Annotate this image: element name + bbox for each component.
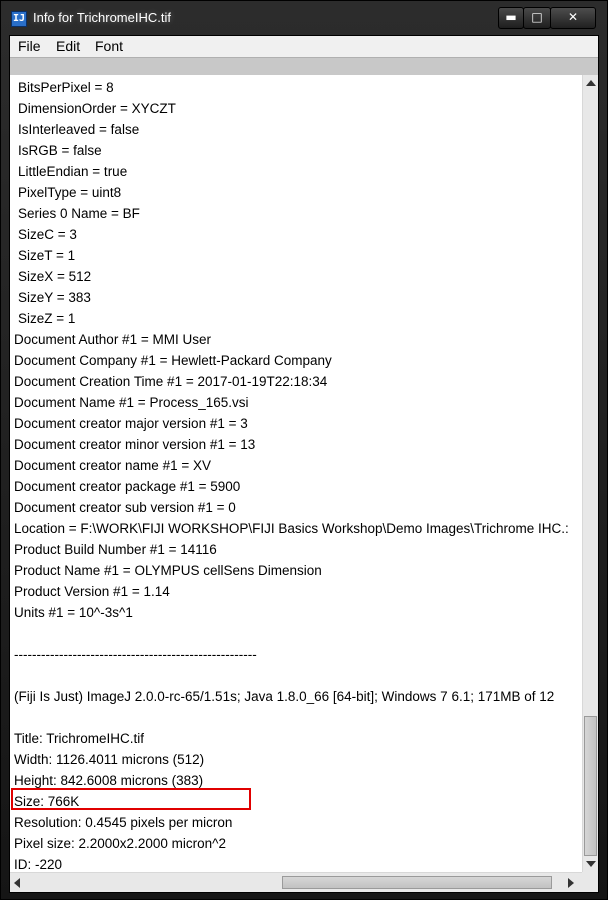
info-line: Document Company #1 = Hewlett-Packard Co… bbox=[14, 353, 332, 368]
info-line: Units #1 = 10^-3s^1 bbox=[14, 605, 133, 620]
info-line: SizeT = 1 bbox=[18, 248, 76, 263]
info-line: SizeX = 512 bbox=[18, 269, 92, 284]
info-line: (Fiji Is Just) ImageJ 2.0.0-rc-65/1.51s;… bbox=[14, 689, 555, 704]
menu-edit[interactable]: Edit bbox=[56, 38, 80, 54]
scroll-down-arrow-icon[interactable] bbox=[586, 861, 596, 867]
info-line: Series 0 Name = BF bbox=[18, 206, 140, 221]
imagej-icon[interactable]: IJ bbox=[11, 11, 27, 27]
info-line: Document creator package #1 = 5900 bbox=[14, 479, 241, 494]
minimize-button[interactable]: ▬ bbox=[498, 7, 524, 29]
info-line: ID: -220 bbox=[14, 857, 63, 872]
horizontal-scrollbar[interactable] bbox=[10, 872, 582, 892]
window-title: Info for TrichromeIHC.tif bbox=[33, 10, 171, 25]
info-line: Product Name #1 = OLYMPUS cellSens Dimen… bbox=[14, 563, 322, 578]
vertical-scrollbar[interactable] bbox=[582, 75, 598, 872]
info-line: Document creator major version #1 = 3 bbox=[14, 416, 248, 431]
info-line: Document creator minor version #1 = 13 bbox=[14, 437, 256, 452]
info-line: ----------------------------------------… bbox=[14, 647, 257, 662]
horizontal-scroll-thumb[interactable] bbox=[282, 876, 552, 889]
scroll-up-arrow-icon[interactable] bbox=[586, 80, 596, 86]
info-line: DimensionOrder = XYCZT bbox=[18, 101, 176, 116]
info-line: Width: 1126.4011 microns (512) bbox=[14, 752, 205, 767]
info-line: IsRGB = false bbox=[18, 143, 102, 158]
close-button[interactable]: ✕ bbox=[550, 7, 596, 29]
info-line: BitsPerPixel = 8 bbox=[18, 80, 114, 95]
window-client: File Edit Font BitsPerPixel = 8 Dimension… bbox=[9, 35, 599, 893]
info-line: Document creator name #1 = XV bbox=[14, 458, 211, 473]
info-line: Pixel size: 2.2000x2.2000 micron^2 bbox=[14, 836, 226, 851]
info-line: Height: 842.6008 microns (383) bbox=[14, 773, 204, 788]
info-line: SizeY = 383 bbox=[18, 290, 91, 305]
info-line: Resolution: 0.4545 pixels per micron bbox=[14, 815, 233, 830]
info-line: Product Build Number #1 = 14116 bbox=[14, 542, 217, 557]
info-line: SizeC = 3 bbox=[18, 227, 77, 242]
info-line: LittleEndian = true bbox=[18, 164, 128, 179]
info-text-area[interactable]: BitsPerPixel = 8 DimensionOrder = XYCZT Is… bbox=[10, 75, 582, 872]
column-header-bar bbox=[10, 57, 598, 75]
vertical-scroll-thumb[interactable] bbox=[584, 716, 597, 856]
scroll-right-arrow-icon[interactable] bbox=[568, 878, 574, 888]
info-line: PixelType = uint8 bbox=[18, 185, 122, 200]
info-line: Document creator sub version #1 = 0 bbox=[14, 500, 236, 515]
title-bar[interactable]: IJ Info for TrichromeIHC.tif ▬ □ ✕ bbox=[1, 1, 607, 35]
maximize-button[interactable]: □ bbox=[523, 7, 551, 29]
info-line: Document Name #1 = Process_165.vsi bbox=[14, 395, 249, 410]
info-line: Product Version #1 = 1.14 bbox=[14, 584, 170, 599]
info-line: IsInterleaved = false bbox=[18, 122, 140, 137]
menu-font[interactable]: Font bbox=[95, 38, 123, 54]
info-line: Document Creation Time #1 = 2017-01-19T2… bbox=[14, 374, 328, 389]
info-line: Size: 766K bbox=[14, 794, 80, 809]
info-line: Location = F:\WORK\FIJI WORKSHOP\FIJI Ba… bbox=[14, 521, 569, 536]
info-line: SizeZ = 1 bbox=[18, 311, 76, 326]
info-line: Document Author #1 = MMI User bbox=[14, 332, 211, 347]
menu-bar: File Edit Font bbox=[10, 36, 598, 57]
menu-file[interactable]: File bbox=[18, 38, 41, 54]
info-line: Title: TrichromeIHC.tif bbox=[14, 731, 145, 746]
scrollbar-corner bbox=[582, 872, 598, 892]
info-window: IJ Info for TrichromeIHC.tif ▬ □ ✕ File … bbox=[0, 0, 608, 900]
scroll-left-arrow-icon[interactable] bbox=[14, 878, 20, 888]
